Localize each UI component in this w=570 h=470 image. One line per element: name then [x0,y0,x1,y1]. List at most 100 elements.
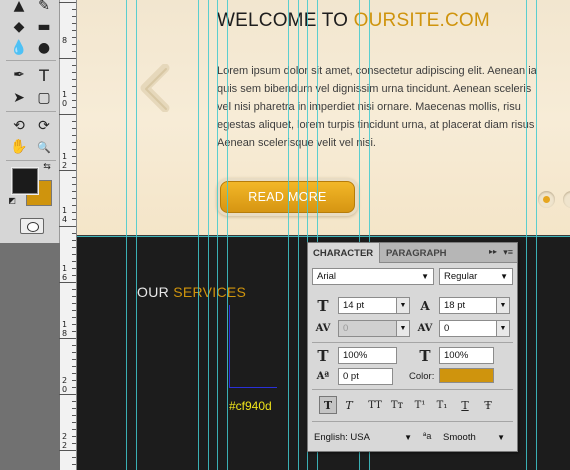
guide-line[interactable] [208,0,209,470]
eraser-icon[interactable]: ◆ [8,17,30,37]
ruler-label: 2 [62,161,68,170]
horizontal-guide-line[interactable] [77,236,570,237]
tools-divider [6,111,56,112]
ruler-tick [72,380,76,381]
panel-divider [312,389,513,390]
hand-tool-icon[interactable]: ✋ [8,137,30,157]
history-brush-icon[interactable]: ✎ [33,0,55,16]
strikethrough-button[interactable]: Ŧ [479,396,497,414]
superscript-button[interactable]: T¹ [411,396,429,414]
ruler-label: 2 [62,432,68,441]
panel-divider [312,342,513,343]
underline-button[interactable]: T [456,396,474,414]
paragraph-line: vel nisi pharetra in imperdiet nisi orna… [217,101,521,113]
guide-line[interactable] [217,0,218,470]
ruler-label: 2 [62,376,68,385]
ruler-tick [72,429,76,430]
horizontal-scale-field[interactable]: 100% [439,347,494,364]
dodge-icon[interactable]: ● [33,38,55,58]
guide-line[interactable] [288,0,289,470]
slider-dot-active[interactable] [538,191,555,208]
language-select[interactable]: English: USA ▼ [314,429,412,446]
guide-line[interactable] [526,0,527,470]
services-prefix: OUR [137,284,174,300]
subscript-button[interactable]: T₁ [433,396,451,414]
ruler-tick [59,58,76,59]
ruler-tick [72,401,76,402]
chevron-down-icon[interactable]: ▼ [396,297,410,314]
guide-line[interactable] [227,0,228,470]
stamp-tool-icon[interactable]: ▲ [8,0,30,16]
default-colors-icon[interactable]: ◩ [6,194,18,206]
ruler-label: 1 [62,152,68,161]
ruler-tick [72,184,76,185]
ruler-label: 1 [62,90,68,99]
ruler-tick [72,44,76,45]
ruler-tick [72,415,76,416]
small-caps-button[interactable]: Tт [388,396,406,414]
font-size-icon: T [317,296,329,315]
faux-bold-button[interactable]: T [319,396,337,414]
antialias-select[interactable]: Smooth ▼ [443,429,505,446]
guide-line[interactable] [198,0,199,470]
path-selection-icon[interactable]: ➤ [8,88,30,108]
baseline-shift-icon: Aª [316,371,330,382]
tracking-field[interactable]: 0 [439,320,497,337]
ruler-tick [59,2,76,3]
welcome-prefix: WELCOME TO [217,10,354,31]
rectangle-tool-icon[interactable]: ▢ [33,88,55,108]
slider-dot[interactable] [563,191,570,208]
services-heading: OUR SERVICES [137,284,246,300]
all-caps-button[interactable]: TT [366,396,384,414]
blur-icon[interactable]: 💧 [8,38,30,58]
font-size-field[interactable]: 14 pt [338,297,397,314]
font-family-select[interactable]: Arial ▼ [312,268,434,285]
panel-menu-icon[interactable]: ▾≡ [503,247,513,258]
zoom-tool-icon[interactable]: 🔍 [33,137,55,157]
gradient-icon[interactable]: ▬ [33,17,55,37]
guide-line[interactable] [536,0,537,470]
antialias-icon: ªa [423,431,432,441]
type-tool-icon[interactable]: T [33,65,55,85]
collapse-panel-icon[interactable]: ▸▸ [489,247,497,256]
ruler-tick [72,163,76,164]
guide-line[interactable] [298,0,299,470]
guide-line[interactable] [136,0,137,470]
chevron-down-icon[interactable]: ▼ [496,297,510,314]
tools-divider [6,60,56,61]
ruler-tick [72,198,76,199]
ruler-tick [72,128,76,129]
font-style-select[interactable]: Regular ▼ [439,268,513,285]
ruler-tick [72,191,76,192]
swap-colors-icon[interactable]: ⇆ [40,161,54,173]
ruler-label: 0 [62,99,68,108]
tab-character[interactable]: CHARACTER [308,243,380,263]
chevron-down-icon[interactable]: ▼ [396,320,410,337]
tab-paragraph[interactable]: PARAGRAPH [381,243,453,263]
slider-prev-arrow-icon[interactable] [137,64,173,112]
panel-tab-bar: CHARACTER PARAGRAPH ▸▸ ▾≡ [308,243,517,263]
3d-rotate-icon[interactable]: ⟲ [8,116,30,136]
quick-mask-icon[interactable] [20,218,44,234]
pen-tool-icon[interactable]: ✒ [8,65,30,85]
chevron-down-icon[interactable]: ▼ [496,320,510,337]
tools-panel: ▲ ✎ ◆ ▬ 💧 ● ✒ T ➤ ▢ ⟲ ⟳ ✋ 🔍 ⇆ ◩ [0,0,60,243]
ruler-tick [72,387,76,388]
faux-italic-button[interactable]: T [340,396,358,414]
ruler-label: 1 [62,320,68,329]
text-color-swatch[interactable] [439,368,494,383]
3d-orbit-icon[interactable]: ⟳ [33,116,55,136]
foreground-color-swatch[interactable] [11,167,39,195]
vertical-scale-field[interactable]: 100% [338,347,397,364]
ruler-tick [72,289,76,290]
ruler-tick [72,23,76,24]
ruler-label: 8 [62,329,68,338]
kerning-field[interactable]: 0 [338,320,397,337]
leading-field[interactable]: 18 pt [439,297,497,314]
horizontal-scale-icon: T [419,346,431,365]
ruler-tick [72,93,76,94]
guide-line[interactable] [126,0,127,470]
services-highlight: SERVICES [173,284,247,300]
baseline-shift-field[interactable]: 0 pt [338,368,393,385]
language-value: English: USA [314,432,370,443]
